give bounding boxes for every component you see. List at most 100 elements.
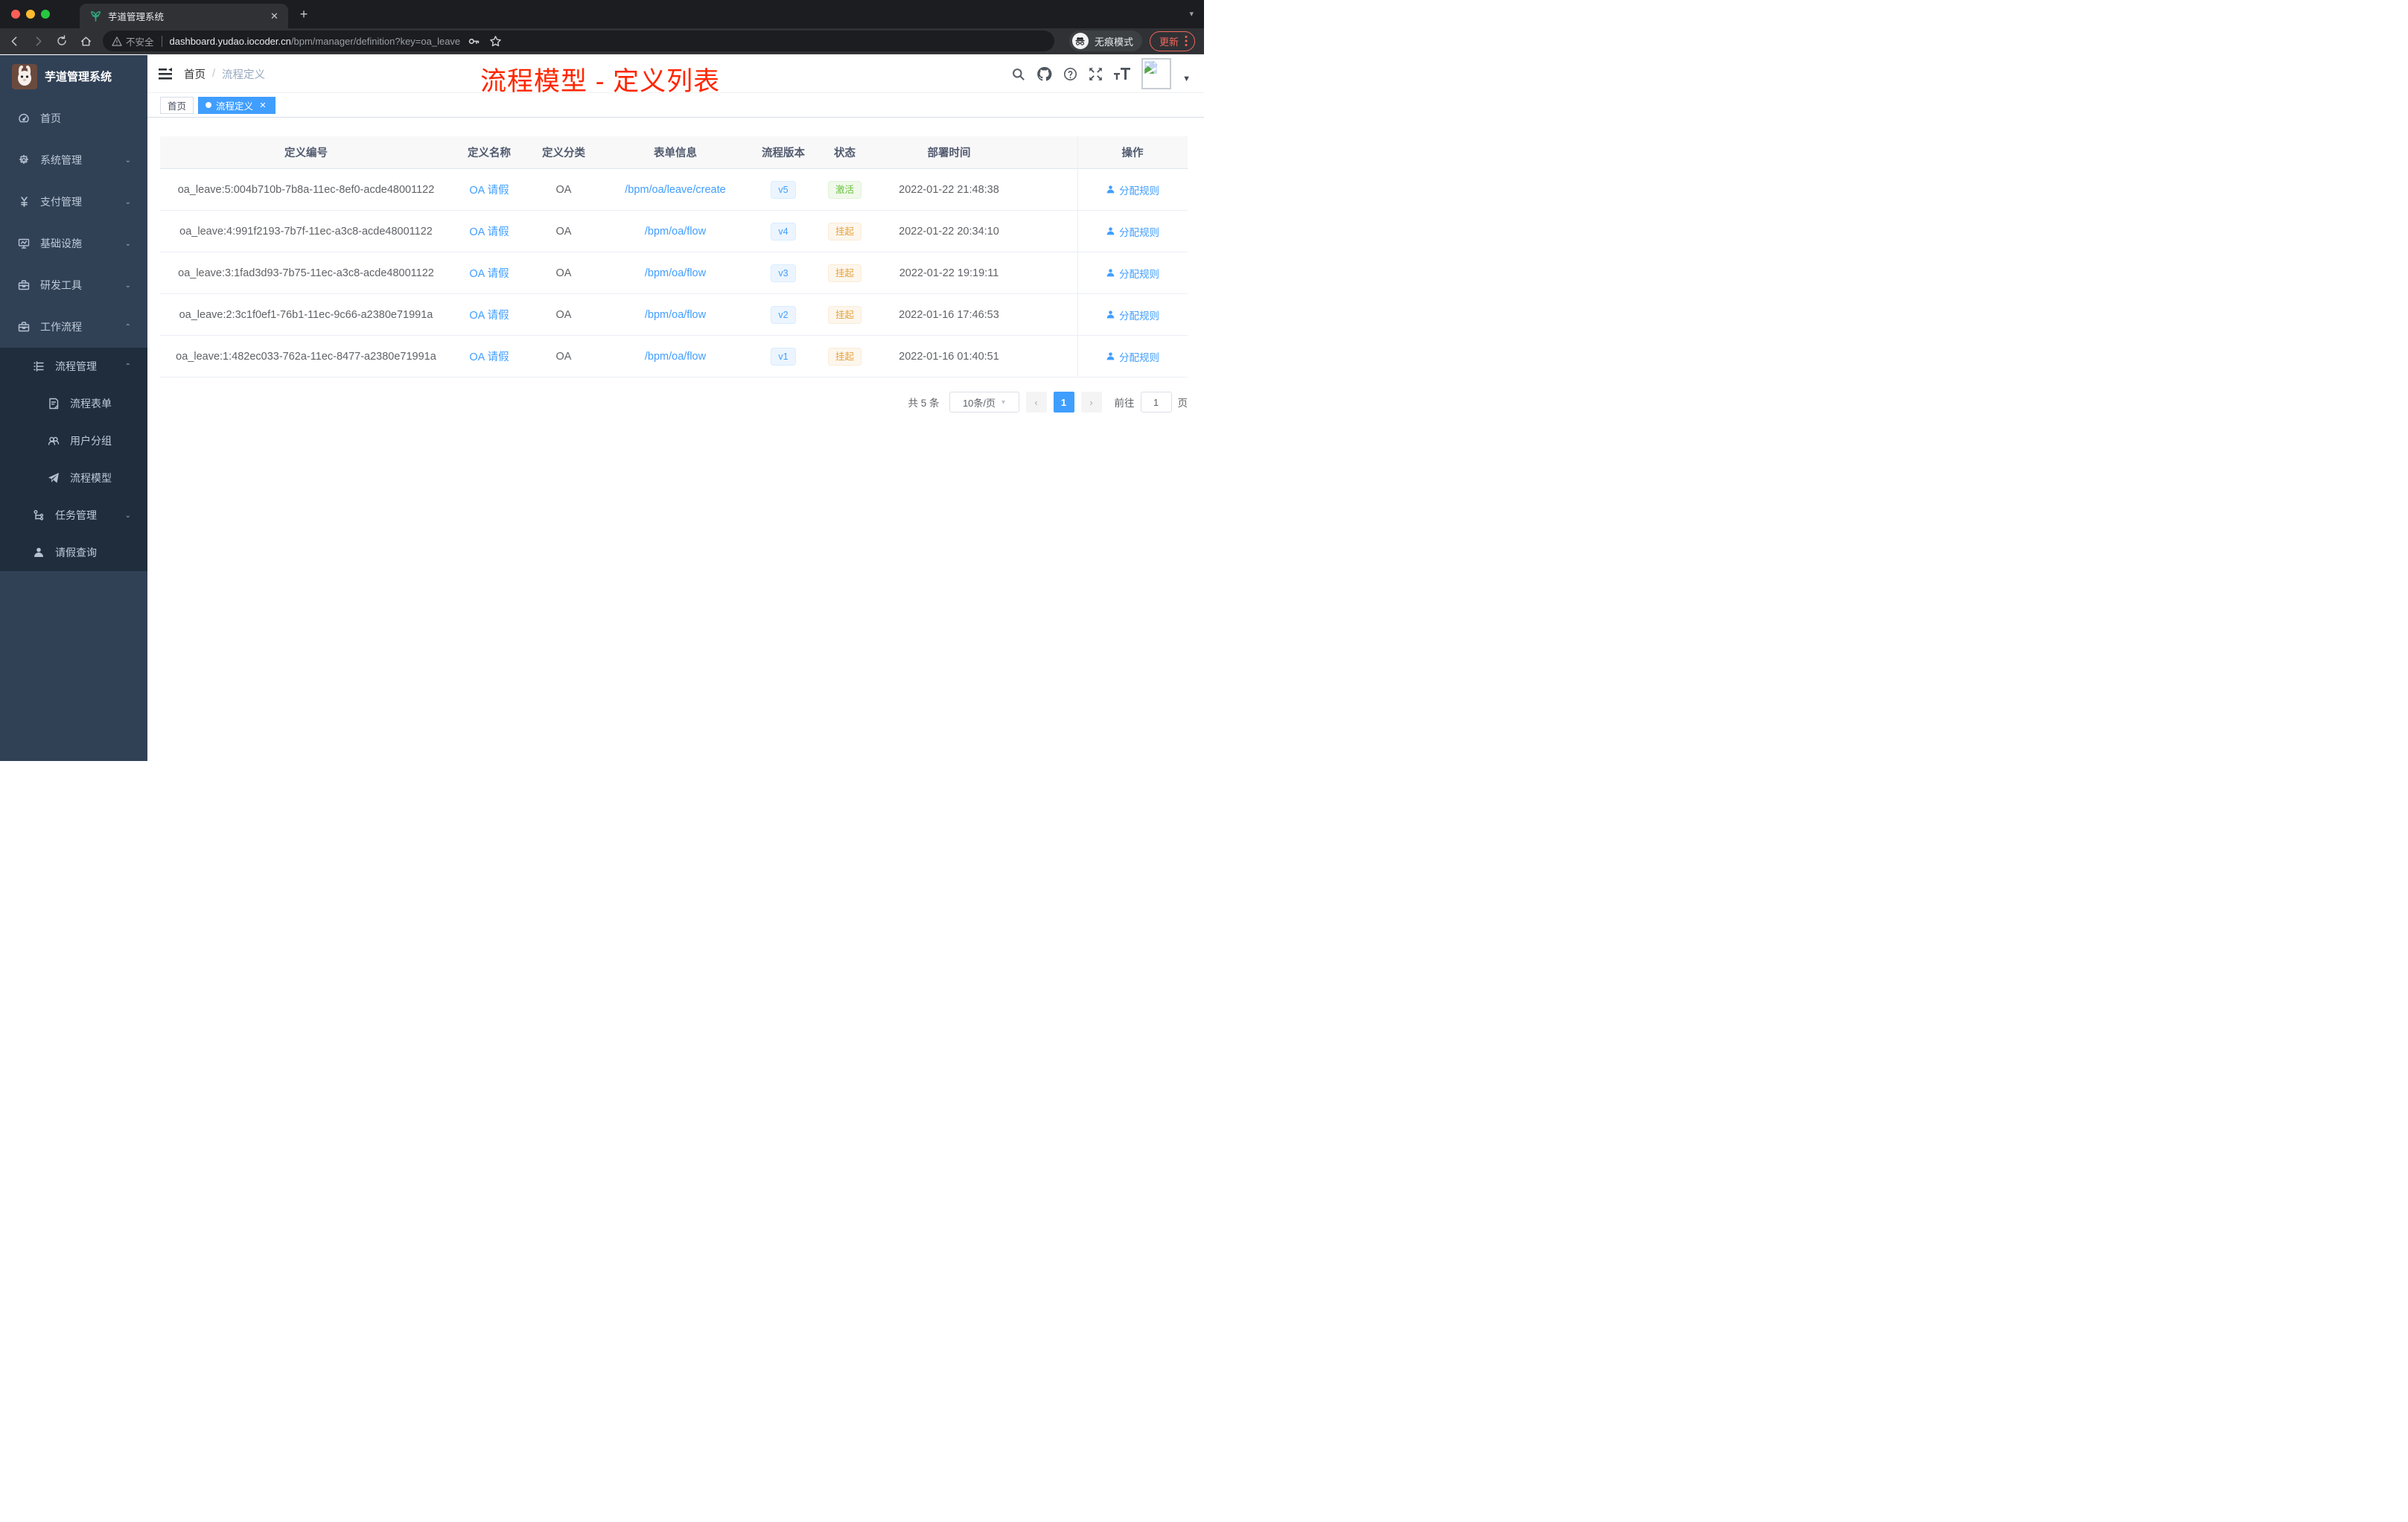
category-value: OA [555,183,572,196]
url-host: dashboard.yudao.iocoder.cn [169,35,291,47]
cell-status: 挂起 [817,347,873,366]
assign-rule-link[interactable]: 分配规则 [1106,182,1159,197]
warning-icon [112,36,122,46]
navbar-actions: ▼ [1011,58,1204,89]
assign-rule-link[interactable]: 分配规则 [1106,349,1159,364]
github-icon[interactable] [1036,66,1052,82]
sidebar-logo[interactable]: 芋道管理系统 [0,55,147,98]
sidebar-item-系统管理[interactable]: 系统管理 ⌄ [0,139,147,181]
tag-close-icon[interactable]: ✕ [258,100,268,110]
breadcrumb-home[interactable]: 首页 [184,66,206,82]
pagination-total: 共 5 条 [908,398,940,409]
new-tab-button[interactable]: + [294,4,313,24]
briefcase-icon [18,321,30,333]
cell-actions: 分配规则 [1077,266,1188,281]
version-badge: v4 [771,222,796,241]
category-value: OA [555,308,572,321]
page-size-select[interactable]: 10条/页 ▾ [949,392,1019,413]
back-icon[interactable] [4,31,24,51]
users-icon [48,435,60,447]
cell-category: OA [526,267,601,279]
goto-page-input[interactable] [1140,392,1172,413]
user-avatar[interactable] [1141,58,1172,89]
page-number-1[interactable]: 1 [1053,392,1074,413]
tab-close-icon[interactable]: ✕ [268,10,281,22]
forward-icon[interactable] [28,31,48,51]
collapse-sidebar-icon[interactable] [147,67,184,80]
star-icon[interactable] [489,35,502,48]
assign-rule-link[interactable]: 分配规则 [1106,224,1159,239]
definition-id: oa_leave:3:1fad3d93-7b75-11ec-a3c8-acde4… [178,267,434,279]
tag-流程定义[interactable]: 流程定义 ✕ [198,96,276,114]
security-label[interactable]: 不安全 [126,34,154,48]
sidebar-item-label: 系统管理 [40,154,82,166]
kebab-icon[interactable] [1185,35,1188,47]
reload-icon[interactable] [52,31,71,51]
table-body: oa_leave:5:004b710b-7b8a-11ec-8ef0-acde4… [160,169,1188,378]
sidebar-item-研发工具[interactable]: 研发工具 ⌄ [0,264,147,306]
cell-deploy-time: 2022-01-22 19:19:11 [873,267,1025,279]
status-badge: 挂起 [827,347,861,366]
sidebar-item-label: 研发工具 [40,279,82,291]
sidebar-item-任务管理[interactable]: 任务管理 ⌄ [0,497,147,534]
definition-name-link[interactable]: OA 请假 [469,182,509,197]
question-icon[interactable] [1063,67,1077,81]
definition-name-link[interactable]: OA 请假 [469,307,509,322]
form-icon [48,398,60,410]
form-link[interactable]: /bpm/oa/flow [645,267,706,279]
assign-rule-link[interactable]: 分配规则 [1106,266,1159,281]
column-header-部署时间: 部署时间 [927,147,971,159]
active-dot-icon [206,102,212,108]
column-header-定义分类: 定义分类 [542,147,585,159]
assign-rule-label: 分配规则 [1119,226,1159,238]
close-window-button[interactable] [11,10,20,19]
sidebar-item-支付管理[interactable]: 支付管理 ⌄ [0,181,147,223]
definition-name-link[interactable]: OA 请假 [469,223,509,239]
address-bar[interactable]: 不安全 dashboard.yudao.iocoder.cn/bpm/manag… [103,31,1054,51]
minimize-window-button[interactable] [26,10,35,19]
user-icon [1106,310,1115,319]
sidebar-item-请假查询[interactable]: 请假查询 [0,534,147,571]
definition-name-link[interactable]: OA 请假 [469,348,509,364]
cell-deploy-time: 2022-01-22 21:48:38 [873,184,1025,196]
navbar: 首页 / 流程定义 流程模型 - 定义列表 ▼ [147,55,1204,96]
assign-rule-label: 分配规则 [1119,268,1159,280]
sidebar-item-label: 流程模型 [70,472,112,484]
form-link[interactable]: /bpm/oa/flow [645,226,706,238]
sidebar-item-label: 工作流程 [40,321,82,333]
prev-page-button[interactable]: ‹ [1025,392,1047,413]
category-value: OA [555,267,572,279]
url-text[interactable]: dashboard.yudao.iocoder.cn/bpm/manager/d… [170,36,461,47]
sidebar-item-首页[interactable]: 首页 [0,98,147,139]
caret-down-icon[interactable]: ▼ [1182,74,1191,83]
cell-definition-name: OA 请假 [452,348,526,364]
form-link[interactable]: /bpm/oa/flow [645,309,706,321]
browser-tab[interactable]: 芋道管理系统 ✕ [80,4,288,28]
column-header-状态: 状态 [834,147,856,159]
tab-search-chevron-icon[interactable]: ▾ [1189,9,1194,19]
form-link[interactable]: /bpm/oa/flow [645,351,706,363]
chevron-up-icon: ⌃ [124,362,131,371]
key-icon[interactable] [468,35,480,48]
sidebar-item-流程管理[interactable]: 流程管理 ⌃ [0,348,147,385]
sidebar-item-基础设施[interactable]: 基础设施 ⌄ [0,223,147,264]
sidebar-item-工作流程[interactable]: 工作流程 ⌃ [0,306,147,348]
sidebar-item-流程模型[interactable]: 流程模型 [0,459,147,497]
cell-category: OA [526,226,601,238]
assign-rule-link[interactable]: 分配规则 [1106,308,1159,322]
zoom-window-button[interactable] [41,10,50,19]
search-icon[interactable] [1011,67,1025,81]
next-page-button[interactable]: › [1080,392,1102,413]
deploy-time: 2022-01-22 20:34:10 [899,225,999,238]
sidebar-item-用户分组[interactable]: 用户分组 [0,422,147,459]
form-link[interactable]: /bpm/oa/leave/create [625,184,725,196]
sidebar-item-流程表单[interactable]: 流程表单 [0,385,147,422]
home-icon[interactable] [76,31,95,51]
user-icon [1106,351,1115,361]
assign-rule-label: 分配规则 [1119,185,1159,197]
update-button[interactable]: 更新 [1149,31,1195,51]
fontsize-icon[interactable] [1114,67,1131,80]
tag-首页[interactable]: 首页 [160,96,194,114]
fullscreen-icon[interactable] [1089,67,1103,81]
definition-name-link[interactable]: OA 请假 [469,265,509,281]
